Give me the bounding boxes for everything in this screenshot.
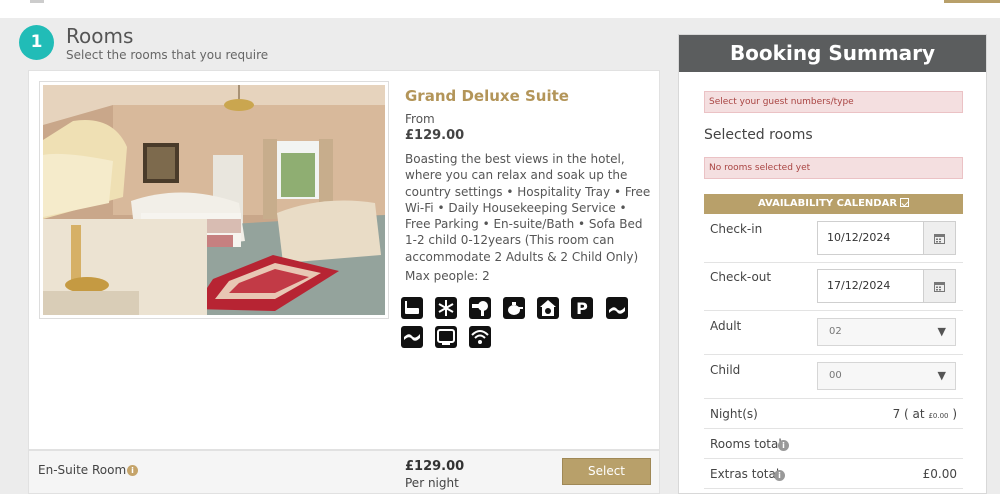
- checkin-input[interactable]: 10/12/2024: [817, 221, 924, 255]
- calendar-icon: [934, 282, 945, 292]
- selected-rooms-title: Selected rooms: [704, 127, 813, 143]
- child-label: Child: [710, 363, 741, 377]
- safe-icon: [537, 297, 560, 319]
- rate-name: En-Suite Room: [38, 463, 127, 477]
- room-card: Grand Deluxe Suite From £129.00 Boasting…: [28, 70, 660, 450]
- child-select[interactable]: 00 ▼: [817, 362, 956, 390]
- extras-total-value: £0.00: [922, 467, 957, 481]
- info-icon[interactable]: i: [127, 465, 138, 476]
- nights-row: Night(s) 7 ( at £0.00 ): [704, 399, 963, 429]
- room-price: £129.00: [405, 128, 465, 143]
- checkin-row: Check-in 10/12/2024: [704, 215, 963, 263]
- room-photo-frame[interactable]: [39, 81, 389, 319]
- rooms-alert: No rooms selected yet: [704, 157, 963, 179]
- calendar-icon: [934, 234, 945, 244]
- booking-summary: Booking Summary Select your guest number…: [678, 34, 987, 494]
- select-room-button[interactable]: Select: [562, 458, 651, 485]
- adult-select[interactable]: 02 ▼: [817, 318, 956, 346]
- tv-icon: [435, 326, 458, 348]
- rooms-total-label: Rooms total: [710, 437, 782, 451]
- hairdryer-icon: [469, 297, 492, 319]
- info-icon-glyph: i: [782, 441, 785, 450]
- page-title: Rooms: [66, 24, 134, 48]
- rooms-total-row: Rooms total i: [704, 429, 963, 459]
- checkout-input[interactable]: 17/12/2024: [817, 269, 924, 303]
- chevron-down-icon: ▼: [937, 369, 946, 382]
- info-icon-glyph: i: [778, 471, 781, 480]
- checkin-label: Check-in: [710, 222, 763, 236]
- rate-per-night: Per night: [405, 476, 459, 490]
- header-accent: [944, 0, 1000, 3]
- sofa-bed-icon: [401, 326, 423, 348]
- nights-at-close: ): [952, 407, 957, 421]
- child-row: Child 00 ▼: [704, 355, 963, 399]
- sofa-bed-icon: [605, 297, 628, 319]
- max-people: Max people: 2: [405, 269, 490, 283]
- checkout-calendar-button[interactable]: [923, 269, 956, 303]
- extras-total-label: Extras total: [710, 467, 780, 481]
- room-description: Boasting the best views in the hotel, wh…: [405, 152, 651, 264]
- calendar-check-icon: [900, 198, 910, 207]
- price-from-label: From: [405, 112, 435, 126]
- room-photo: [43, 85, 385, 315]
- nights-value: 7 ( at £0.00 ): [893, 407, 957, 421]
- extras-total-row: Extras total i £0.00: [704, 459, 963, 489]
- child-select-value: 00: [829, 370, 842, 381]
- step-number: 1: [19, 25, 54, 60]
- adult-row: Adult 02 ▼: [704, 311, 963, 355]
- rate-row: En-Suite Room i £129.00 Per night Select: [28, 450, 660, 494]
- top-bar: [0, 0, 1000, 18]
- booking-summary-title: Booking Summary: [679, 35, 986, 72]
- wifi-icon: [469, 326, 492, 348]
- chevron-down-icon: ▼: [937, 325, 946, 338]
- logo-fragment: [30, 0, 44, 3]
- rate-price: £129.00: [405, 459, 465, 474]
- adult-select-value: 02: [829, 326, 842, 337]
- checkout-label: Check-out: [710, 270, 772, 284]
- air-conditioning-icon: [435, 297, 458, 319]
- availability-calendar-button[interactable]: AVAILABILITY CALENDAR: [704, 194, 963, 214]
- nights-label: Night(s): [710, 407, 758, 421]
- nights-at-open: ( at: [904, 407, 925, 421]
- nights-rate: £0.00: [928, 412, 949, 420]
- availability-calendar-label: AVAILABILITY CALENDAR: [757, 198, 898, 209]
- amenity-icons: P: [401, 297, 641, 355]
- page-subtitle: Select the rooms that you require: [66, 48, 269, 62]
- info-icon[interactable]: i: [778, 440, 789, 451]
- checkout-row: Check-out 17/12/2024: [704, 263, 963, 311]
- adult-label: Adult: [710, 319, 742, 333]
- guest-alert: Select your guest numbers/type: [704, 91, 963, 113]
- bath-icon: [401, 297, 423, 319]
- nights-count: 7: [892, 407, 901, 421]
- svg-text:P: P: [577, 299, 589, 318]
- room-name: Grand Deluxe Suite: [405, 87, 569, 105]
- info-icon[interactable]: i: [774, 470, 785, 481]
- checkin-calendar-button[interactable]: [923, 221, 956, 255]
- tea-kettle-icon: [503, 297, 526, 319]
- parking-icon: P: [571, 297, 594, 319]
